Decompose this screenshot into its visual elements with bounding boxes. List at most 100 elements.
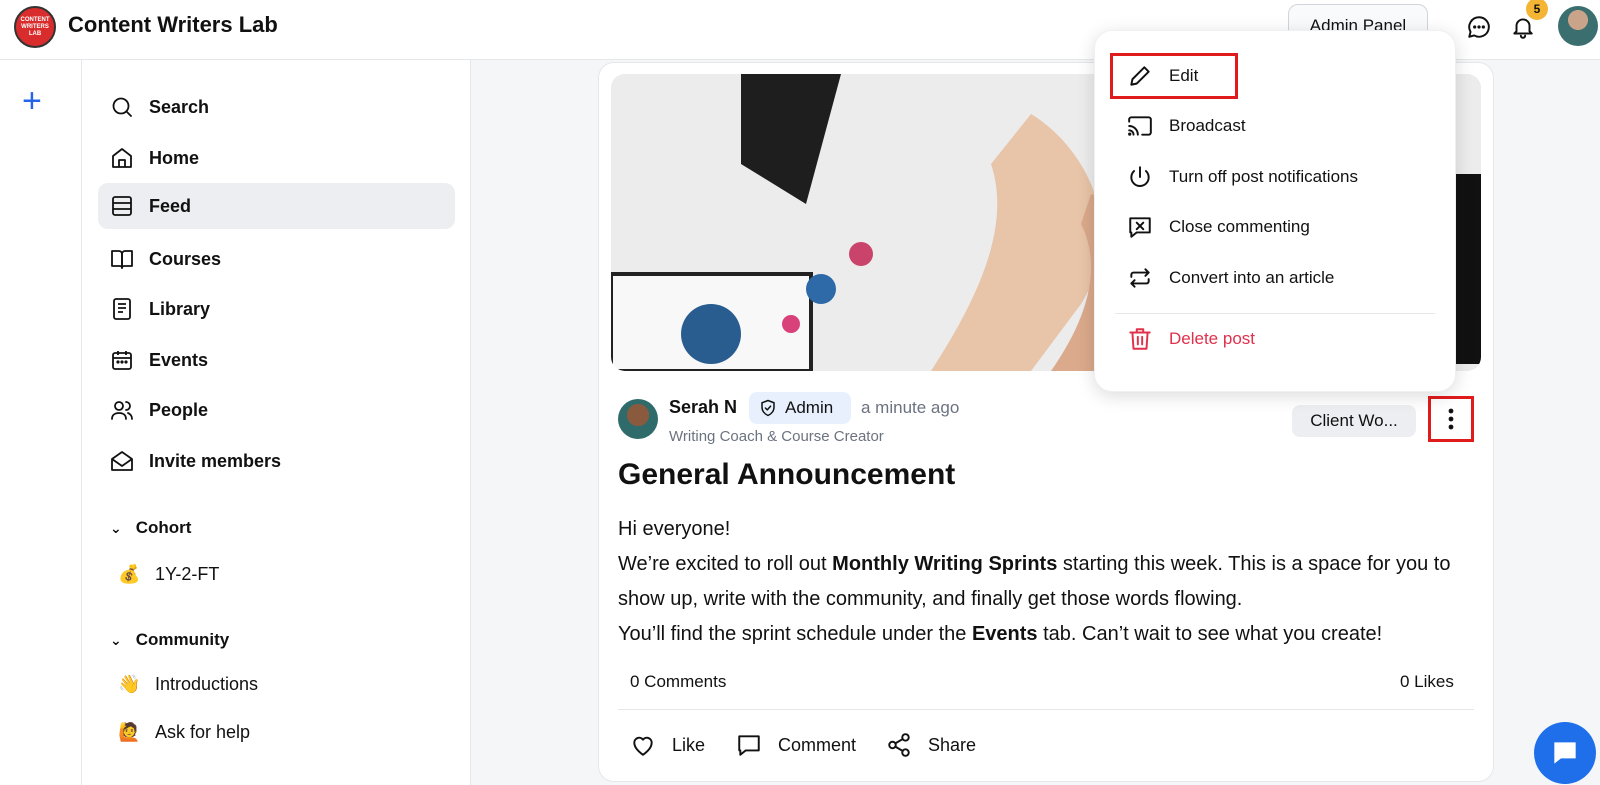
brand-logo[interactable]: CONTENT WRITERS LAB [14, 6, 56, 48]
sidebar-item-people[interactable]: People [98, 387, 455, 433]
sidebar-item-1y-2-ft[interactable]: 💰 1Y-2-FT [118, 564, 219, 585]
author-avatar[interactable] [618, 399, 658, 439]
sidebar-item-label: Library [149, 298, 211, 319]
menu-item-label: Delete post [1169, 329, 1255, 348]
chevron-down-icon: ⌄ [110, 519, 122, 536]
post-timestamp: a minute ago [861, 398, 960, 417]
menu-item-label: Turn off post notifications [1169, 167, 1358, 186]
section-title: Cohort [135, 518, 192, 537]
admin-badge: Admin [749, 392, 851, 424]
section-cohort[interactable]: ⌄ Cohort [110, 518, 191, 538]
logo-text-2: WRITERS [21, 23, 49, 30]
likes-count[interactable]: 0 Likes [1400, 672, 1454, 692]
sidebar-item-home[interactable]: Home [98, 135, 455, 181]
left-rail: + [0, 60, 82, 785]
sidebar-item-feed[interactable]: Feed [98, 183, 455, 229]
comment-icon [738, 735, 760, 756]
sidebar-item-label: Ask for help [155, 722, 251, 742]
logo-text-1: CONTENT [20, 16, 50, 23]
section-title: Community [135, 630, 230, 649]
sidebar-item-events[interactable]: Events [98, 337, 455, 383]
sidebar-item-search[interactable]: Search [98, 84, 455, 130]
power-icon [1130, 166, 1150, 187]
menu-item-label: Convert into an article [1169, 268, 1335, 287]
post-body-paragraph: We’re excited to roll out Monthly Writin… [618, 547, 1478, 617]
menu-item-close-commenting[interactable]: Close commenting [1127, 214, 1310, 240]
repeat-icon [1130, 268, 1150, 288]
library-icon [113, 298, 131, 320]
section-community[interactable]: ⌄ Community [110, 630, 229, 650]
sidebar-item-label: Home [149, 147, 200, 168]
post-text: tab. Can’t wait to see what you create! [1037, 623, 1383, 645]
space-tag-chip[interactable]: Client Wo... [1292, 405, 1416, 437]
people-icon [111, 401, 133, 420]
admin-badge-label: Admin [785, 398, 834, 417]
chevron-down-icon: ⌄ [110, 631, 122, 648]
post-text-bold: Monthly Writing Sprints [832, 553, 1058, 575]
post-title: General Announcement [618, 458, 956, 491]
feed-icon [112, 196, 132, 216]
comment-off-icon [1129, 217, 1151, 238]
post-options-button[interactable] [1428, 396, 1474, 442]
money-bag-icon: 💰 [118, 564, 141, 584]
menu-item-broadcast[interactable]: Broadcast [1127, 113, 1246, 139]
shield-check-icon [761, 399, 775, 417]
menu-item-turn-off-notifications[interactable]: Turn off post notifications [1127, 164, 1358, 190]
like-button[interactable]: Like [630, 732, 705, 758]
author-name[interactable]: Serah N [669, 397, 737, 418]
envelope-icon [111, 451, 133, 471]
sidebar-item-library[interactable]: Library [98, 286, 455, 332]
comments-count[interactable]: 0 Comments [630, 672, 726, 692]
like-label: Like [672, 734, 706, 755]
comment-label: Comment [778, 734, 857, 755]
sidebar-item-introductions[interactable]: 👋 Introductions [118, 674, 258, 695]
post-body: Hi everyone! We’re excited to roll out M… [618, 512, 1478, 652]
trash-icon [1129, 328, 1151, 350]
sidebar-item-label: Events [149, 349, 209, 370]
sidebar-item-label: 1Y-2-FT [155, 564, 220, 584]
more-vertical-icon [1448, 408, 1454, 430]
post-body-paragraph: You’ll find the sprint schedule under th… [618, 617, 1478, 652]
edit-highlight-box [1110, 53, 1238, 99]
post-text: You’ll find the sprint schedule under th… [618, 623, 972, 645]
notification-badge: 5 [1526, 0, 1548, 20]
add-icon[interactable]: + [22, 84, 42, 118]
comment-button[interactable]: Comment [736, 732, 856, 758]
support-chat-button[interactable] [1534, 722, 1596, 784]
menu-item-label: Close commenting [1169, 217, 1310, 236]
post-body-line: Hi everyone! [618, 518, 731, 540]
post-text: We’re excited to roll out [618, 553, 833, 575]
chat-icon[interactable] [1466, 14, 1492, 40]
sidebar-item-ask-for-help[interactable]: 🙋 Ask for help [118, 722, 250, 743]
menu-item-delete-post[interactable]: Delete post [1127, 326, 1255, 352]
menu-item-label: Broadcast [1169, 116, 1246, 135]
sidebar-item-courses[interactable]: Courses [98, 236, 455, 282]
book-icon [111, 250, 133, 269]
sidebar-item-invite-members[interactable]: Invite members [98, 438, 455, 484]
logo-text-3: LAB [28, 30, 42, 37]
waving-hand-icon: 👋 [118, 674, 141, 694]
share-label: Share [928, 734, 977, 755]
heart-icon [633, 736, 653, 756]
user-avatar[interactable] [1558, 6, 1598, 46]
sidebar-item-label: Search [149, 96, 210, 117]
calendar-icon [112, 351, 132, 370]
sidebar-item-label: Introductions [155, 674, 259, 694]
sidebar-item-label: Courses [149, 248, 222, 269]
menu-divider [1115, 313, 1435, 314]
brand-name[interactable]: Content Writers Lab [68, 12, 278, 38]
chat-bubble-icon [1554, 742, 1576, 764]
search-icon [112, 97, 132, 117]
post-divider [618, 709, 1474, 710]
sidebar: Search Home Feed Courses Library Events … [82, 60, 471, 785]
post-text-bold: Events [971, 623, 1038, 645]
sidebar-item-label: People [149, 399, 209, 420]
sidebar-item-label: Feed [149, 195, 192, 216]
sidebar-item-label: Invite members [149, 450, 282, 471]
raising-hand-icon: 🙋 [118, 722, 141, 742]
menu-item-convert-article[interactable]: Convert into an article [1127, 265, 1334, 291]
home-icon [112, 148, 132, 168]
share-button[interactable]: Share [886, 732, 976, 758]
author-subtitle: Writing Coach & Course Creator [669, 428, 884, 445]
share-icon [888, 733, 910, 757]
